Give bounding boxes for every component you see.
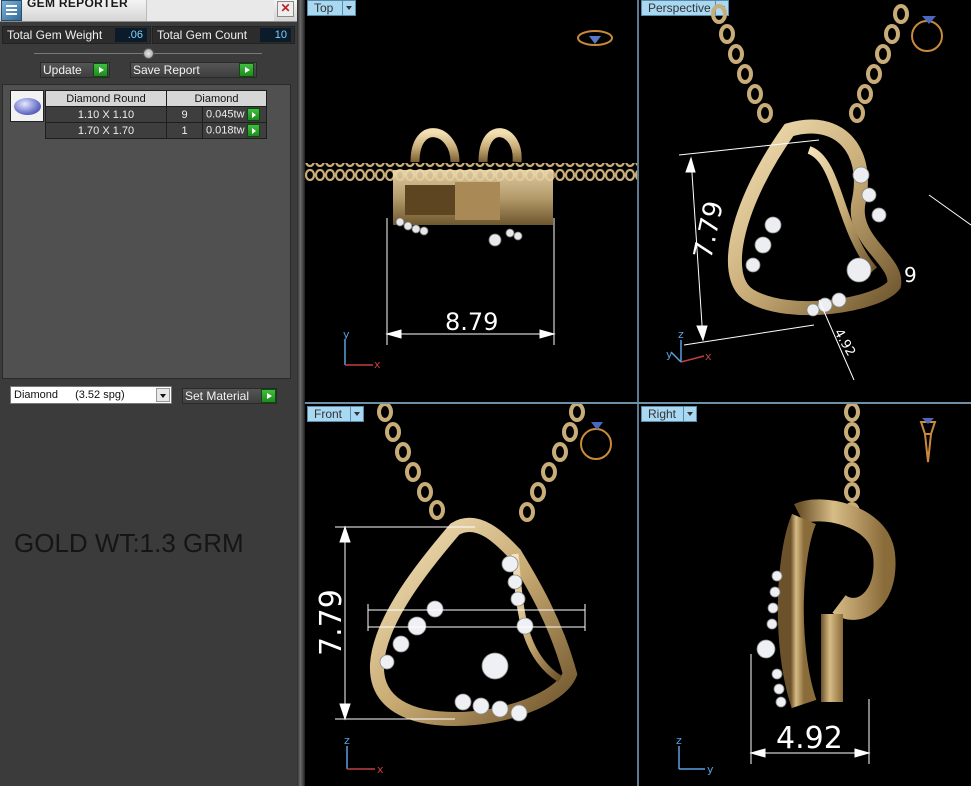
front-view-render: 7.79 z x	[314, 404, 612, 776]
axis-label-h: x	[374, 358, 381, 371]
close-button[interactable]: ✕	[277, 1, 294, 17]
viewport-top[interactable]: Top 8.79 y x	[305, 0, 637, 402]
total-gem-count-value: 10	[260, 28, 291, 42]
material-density: (3.52 spg)	[75, 389, 125, 401]
gem-reporter-panel: GEM REPORTER ✕ Total Gem Weight .06 Tota…	[0, 0, 300, 786]
ring-nav-icon[interactable]	[911, 16, 943, 52]
viewport-separator-horizontal[interactable]	[305, 402, 971, 404]
total-gem-weight-label: Total Gem Weight	[7, 28, 103, 42]
gem-weight-value: 0.045tw	[206, 108, 245, 121]
axis-gizmo-icon	[346, 746, 375, 770]
axis-label-v: z	[678, 328, 684, 341]
axis-label-v: z	[344, 734, 350, 747]
axis-gizmo-icon	[678, 746, 705, 770]
splitter-grip-handle[interactable]	[143, 48, 154, 59]
chain-render	[377, 404, 585, 522]
update-button-label: Update	[43, 63, 82, 77]
total-gem-count-label: Total Gem Count	[157, 28, 248, 42]
ring-nav-icon[interactable]	[577, 30, 613, 46]
gem-thumbnail-icon[interactable]	[10, 90, 44, 122]
viewport-perspective[interactable]: Perspective 7.79 4.92 9 z y x	[639, 0, 971, 402]
axis-label-h: x	[377, 763, 384, 776]
gem-table-header-shape: Diamond Round	[45, 90, 167, 107]
material-name: Diamond	[14, 389, 59, 401]
axis-label-x: x	[705, 350, 712, 363]
play-arrow-icon	[239, 63, 254, 77]
viewport-front[interactable]: Front 7.79 z x	[305, 404, 637, 786]
gem-count-cell: 9	[166, 106, 203, 123]
ring-nav-icon[interactable]	[580, 422, 612, 460]
total-gem-count-box: Total Gem Count 10	[152, 26, 295, 44]
table-row[interactable]: 1.10 X 1.10 9 0.045tw	[45, 106, 267, 123]
dropdown-arrow-icon[interactable]	[156, 388, 170, 402]
dimension-line	[678, 139, 971, 381]
right-view-render: 4.92 z y	[676, 404, 937, 776]
perspective-view-render: 7.79 4.92 9 z y x	[666, 4, 971, 381]
dimension-label: 9	[904, 263, 917, 287]
gem-list: Diamond Round Diamond 1.10 X 1.10 9 0.04…	[2, 84, 291, 379]
gem-count-cell: 1	[166, 122, 203, 139]
chain-render	[711, 4, 909, 123]
gem-size-cell: 1.70 X 1.70	[45, 122, 167, 139]
gold-weight-annotation: GOLD WT:1.3 GRM	[14, 528, 244, 558]
axis-label-v: y	[343, 328, 350, 341]
app-icon	[1, 0, 22, 21]
save-report-button-label: Save Report	[133, 63, 200, 77]
pendant-nav-icon[interactable]	[919, 418, 937, 463]
viewport-separator-vertical[interactable]	[637, 0, 639, 786]
title-bar-filler	[146, 0, 274, 21]
chain-render	[844, 404, 860, 522]
axis-gizmo-icon	[670, 340, 705, 363]
gem-table-header-material: Diamond	[166, 90, 267, 107]
dimension-label: 7.79	[314, 589, 349, 656]
material-select[interactable]: Diamond (3.52 spg)	[10, 386, 172, 404]
panel-title-bar[interactable]: GEM REPORTER ✕	[0, 0, 298, 22]
save-report-button[interactable]: Save Report	[130, 62, 257, 78]
axis-label-h: y	[707, 763, 714, 776]
play-arrow-icon	[261, 389, 276, 403]
top-view-render: 8.79 y x	[305, 30, 637, 371]
axis-gizmo-icon	[344, 340, 373, 366]
set-material-button-label: Set Material	[185, 389, 250, 403]
gem-weight-cell: 0.018tw	[202, 122, 267, 139]
update-button[interactable]: Update	[40, 62, 110, 78]
dimension-label: 4.92	[831, 327, 858, 360]
gem-weight-cell: 0.045tw	[202, 106, 267, 123]
viewport-right[interactable]: Right 4.92 z y	[639, 404, 971, 786]
panel-divider[interactable]	[297, 0, 305, 786]
gem-size-cell: 1.10 X 1.10	[45, 106, 167, 123]
play-arrow-icon[interactable]	[246, 108, 260, 121]
axis-label-v: z	[676, 734, 682, 747]
gem-table: Diamond Round Diamond 1.10 X 1.10 9 0.04…	[45, 90, 267, 139]
table-row[interactable]: 1.70 X 1.70 1 0.018tw	[45, 122, 267, 139]
gem-weight-value: 0.018tw	[206, 124, 245, 137]
total-gem-weight-box: Total Gem Weight .06	[2, 26, 151, 44]
play-arrow-icon[interactable]	[246, 124, 260, 137]
dimension-label: 8.79	[445, 308, 498, 336]
gem-table-header-row: Diamond Round Diamond	[45, 90, 267, 107]
play-arrow-icon	[93, 63, 108, 77]
set-material-button[interactable]: Set Material	[182, 388, 277, 404]
total-gem-weight-value: .06	[115, 28, 147, 42]
close-icon: ✕	[280, 1, 291, 15]
dimension-label: 4.92	[776, 721, 843, 756]
axis-label-y: y	[666, 348, 673, 361]
panel-title: GEM REPORTER	[27, 0, 128, 10]
